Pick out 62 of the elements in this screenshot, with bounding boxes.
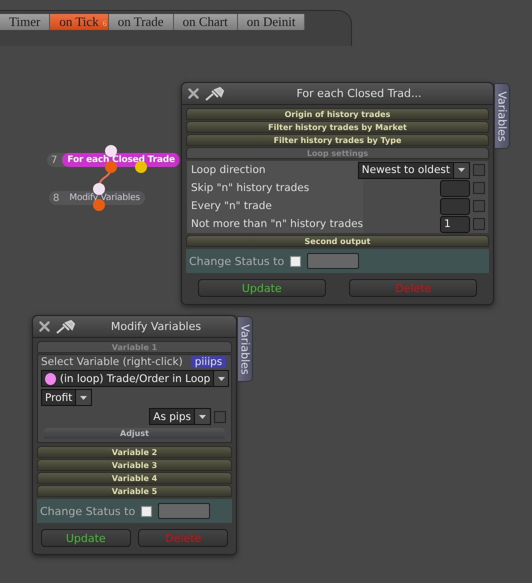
node-number: 8 bbox=[52, 192, 60, 204]
pin-icon[interactable] bbox=[205, 86, 225, 100]
dropdown-caret-icon[interactable] bbox=[453, 162, 469, 178]
checkbox[interactable] bbox=[473, 164, 485, 176]
checkbox[interactable] bbox=[473, 200, 485, 212]
status-checkbox[interactable] bbox=[141, 506, 152, 516]
update-button[interactable]: Update bbox=[198, 279, 326, 297]
window-title: Modify Variables bbox=[110, 320, 202, 333]
section-header[interactable]: Variable 2 bbox=[37, 446, 232, 458]
input-port-icon[interactable] bbox=[93, 183, 105, 195]
flow-node[interactable]: 8 Modify Variables bbox=[49, 191, 145, 205]
input-port-icon[interactable] bbox=[105, 145, 117, 157]
event-tab[interactable]: Timer bbox=[0, 14, 50, 30]
node-number: 7 bbox=[50, 154, 58, 166]
number-field[interactable] bbox=[440, 198, 470, 214]
dropdown-caret-icon[interactable] bbox=[194, 409, 210, 424]
window-title: For each Closed Trad... bbox=[296, 87, 422, 100]
status-input[interactable] bbox=[158, 503, 210, 519]
section-header[interactable]: Origin of history trades bbox=[186, 108, 489, 120]
adjust-header[interactable]: Adjust bbox=[44, 428, 225, 439]
checkbox[interactable] bbox=[473, 218, 485, 230]
number-field[interactable] bbox=[440, 180, 470, 196]
number-field[interactable]: 1 bbox=[440, 216, 470, 232]
setting-label: Skip "n" history trades bbox=[187, 179, 363, 197]
output-port-icon[interactable] bbox=[135, 161, 147, 173]
setting-label: Loop direction bbox=[187, 161, 358, 179]
checkbox[interactable] bbox=[214, 410, 226, 422]
event-tab[interactable]: on Chart bbox=[174, 14, 238, 30]
event-tab[interactable]: on Deinit bbox=[238, 14, 306, 30]
checkbox[interactable] bbox=[473, 182, 485, 194]
event-tab[interactable]: on Trade bbox=[108, 14, 174, 30]
section-header[interactable]: Filter history trades by Type bbox=[186, 134, 489, 146]
update-button[interactable]: Update bbox=[40, 529, 131, 547]
setting-label: Every "n" trade bbox=[187, 197, 363, 215]
dropdown-caret-icon[interactable] bbox=[213, 371, 228, 386]
variable-tag[interactable]: piiips bbox=[190, 356, 226, 368]
flow-node[interactable]: 7 For each Closed Trade bbox=[47, 153, 180, 167]
dropdown[interactable]: As pips bbox=[149, 408, 211, 425]
dropdown-caret-icon[interactable] bbox=[75, 390, 92, 405]
select-label: Select Variable (right-click) bbox=[41, 356, 183, 368]
section-header[interactable]: Second output bbox=[186, 235, 489, 247]
event-tab[interactable]: on Tick 6 bbox=[50, 14, 109, 30]
output-port-icon[interactable] bbox=[105, 161, 117, 173]
status-label: Change Status to bbox=[189, 254, 284, 268]
tab-count-label: 6 bbox=[102, 18, 107, 30]
status-checkbox[interactable] bbox=[290, 256, 302, 266]
dropdown[interactable]: Newest to oldest bbox=[358, 162, 470, 178]
status-input[interactable] bbox=[307, 253, 360, 269]
setting-label: Not more than "n" history trades bbox=[187, 215, 363, 233]
dropdown[interactable]: (in loop) Trade/Order in Loop bbox=[41, 370, 229, 387]
section-header[interactable]: Filter history trades by Market bbox=[186, 121, 489, 133]
node-label: For each Closed Trade bbox=[62, 153, 180, 167]
variables-side-tab[interactable]: Variables bbox=[237, 316, 253, 382]
dropdown[interactable]: Profit bbox=[41, 389, 92, 406]
section-header[interactable]: Variable 4 bbox=[37, 472, 232, 484]
section-header[interactable]: Variable 5 bbox=[37, 485, 232, 497]
status-label: Change Status to bbox=[40, 504, 136, 518]
close-icon[interactable] bbox=[39, 321, 50, 332]
section-header[interactable]: Variable 3 bbox=[37, 459, 232, 471]
close-icon[interactable] bbox=[188, 88, 199, 99]
pin-icon[interactable] bbox=[56, 320, 76, 334]
variables-side-tab[interactable]: Variables bbox=[494, 83, 510, 149]
